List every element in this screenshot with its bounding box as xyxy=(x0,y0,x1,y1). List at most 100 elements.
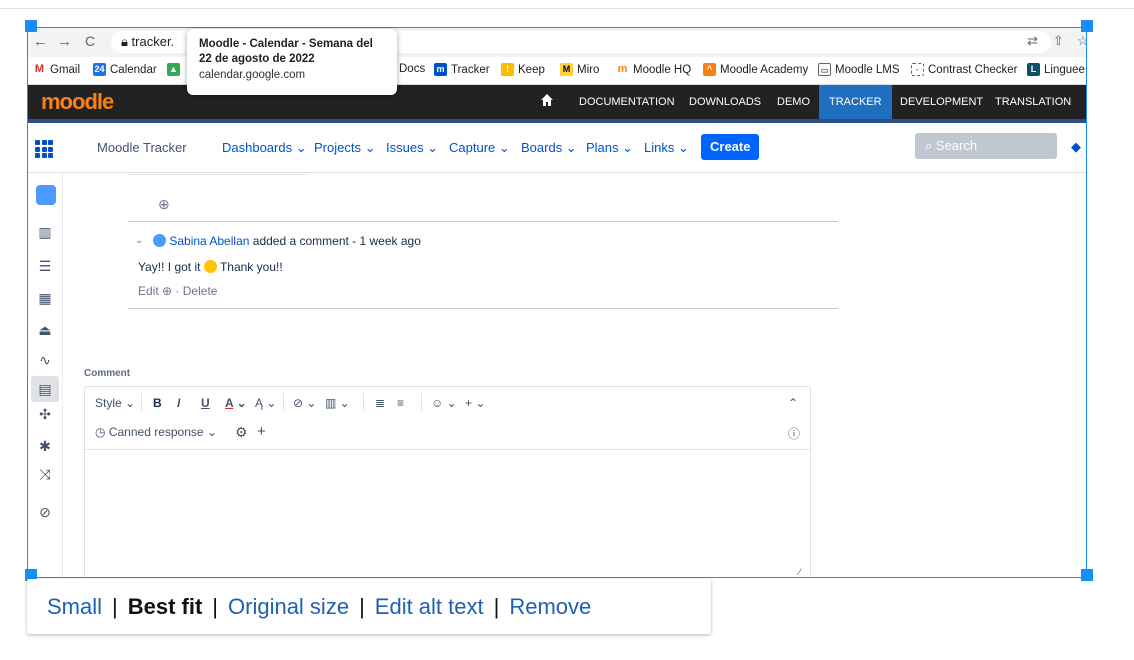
nav-documentation[interactable]: DOCUMENTATION xyxy=(579,85,675,119)
menu-links[interactable]: Links ⌄ xyxy=(644,140,689,156)
collapse-toolbar-icon[interactable]: ⌃ xyxy=(788,396,798,410)
project-avatar-icon[interactable] xyxy=(36,185,56,205)
menu-plans[interactable]: Plans ⌄ xyxy=(586,140,633,156)
reaction-icon[interactable]: ⊕ xyxy=(162,284,172,298)
moodle-logo[interactable]: moodle xyxy=(41,89,114,115)
releases-icon[interactable]: ▦ xyxy=(36,289,54,307)
text-color-icon[interactable]: A ⌄ xyxy=(225,396,247,410)
size-original-link[interactable]: Original size xyxy=(228,594,349,619)
help-icon[interactable]: ⓘ xyxy=(788,425,800,442)
search-placeholder: Search xyxy=(935,138,978,153)
selection-border-right xyxy=(1086,27,1087,577)
search-input[interactable]: ⌕ Search xyxy=(915,133,1057,159)
editor-toolbar-border xyxy=(0,8,1134,9)
selection-border-left xyxy=(27,27,28,577)
shuffle-icon[interactable]: ⤨ xyxy=(36,465,54,483)
comment-divider-bottom xyxy=(128,308,838,309)
forward-icon[interactable]: → xyxy=(57,33,72,50)
bookmark-calendar[interactable]: 24 Calendar xyxy=(93,63,157,76)
link-icon[interactable]: ⊘ xyxy=(36,503,54,521)
settings-gear-icon[interactable]: ⚙︎ xyxy=(235,424,248,441)
board-icon[interactable]: ☰ xyxy=(36,257,54,275)
address-text: tracker. xyxy=(131,34,175,49)
menu-capture[interactable]: Capture ⌄ xyxy=(449,140,510,156)
bookmark-miro[interactable]: M Miro xyxy=(560,63,599,76)
comment-editor[interactable]: Style ⌄ B I U A ⌄ Ą ⌄ ⊘ ⌄ ▥ ⌄ ≣ ≡ ☺ ⌄ + … xyxy=(84,386,811,577)
bookmark-gmail[interactable]: M Gmail xyxy=(33,63,80,76)
collapse-icon[interactable]: ⌄ xyxy=(135,235,143,246)
bookmark-moodle-academy[interactable]: ^ Moodle Academy xyxy=(703,63,808,76)
comment-meta: added a comment - 1 week ago xyxy=(252,234,421,248)
translate-icon[interactable]: ⇄ xyxy=(1027,33,1038,49)
numbered-list-icon[interactable]: ≡ xyxy=(397,396,404,410)
resize-handle-top-left[interactable] xyxy=(25,20,37,32)
link-insert-icon[interactable]: ⊘ ⌄ xyxy=(293,396,316,410)
insert-more-icon[interactable]: + ⌄ xyxy=(465,396,485,410)
bookmark-keep[interactable]: ! Keep xyxy=(501,63,545,76)
share-icon[interactable]: ⇧ xyxy=(1053,33,1064,49)
menu-dashboards[interactable]: Dashboards ⌄ xyxy=(222,140,307,156)
tracker-icon: m xyxy=(434,63,447,76)
toolbar-separator xyxy=(141,393,142,411)
nav-demo[interactable]: DEMO xyxy=(777,85,810,119)
menu-projects[interactable]: Projects ⌄ xyxy=(314,140,375,156)
tooltip-title-2: 22 de agosto de 2022 xyxy=(199,53,315,65)
nav-tracker[interactable]: TRACKER xyxy=(819,85,892,119)
resize-handle-bottom-right[interactable] xyxy=(1081,569,1093,581)
embedded-screenshot[interactable]: ← → C 🔒︎ tracker. ⇄ ⇧ ☆ M Gmail 24 Calenda… xyxy=(27,27,1087,577)
bookmark-tracker[interactable]: m Tracker xyxy=(434,63,490,76)
nav-development[interactable]: DEVELOPMENT xyxy=(900,85,983,119)
browser-toolbar: ← → C 🔒︎ tracker. ⇄ ⇧ ☆ xyxy=(27,27,1087,57)
size-best-fit[interactable]: Best fit xyxy=(128,594,203,619)
bookmark-drive[interactable]: ▲ xyxy=(167,63,180,76)
home-icon[interactable] xyxy=(540,93,554,107)
underline-icon[interactable]: U xyxy=(201,396,210,410)
remove-image-link[interactable]: Remove xyxy=(509,594,591,619)
notification-icon[interactable]: ◆ xyxy=(1071,139,1085,154)
jira-home-link[interactable]: Moodle Tracker xyxy=(97,140,187,155)
bug-icon[interactable]: ✱ xyxy=(36,437,54,455)
add-canned-icon[interactable]: + xyxy=(257,423,266,440)
add-reaction-icon[interactable]: ⊕ xyxy=(158,196,170,213)
comment-label: Comment xyxy=(84,368,131,379)
comment-author[interactable]: Sabina Abellan xyxy=(169,234,249,248)
menu-issues[interactable]: Issues ⌄ xyxy=(386,140,438,156)
bookmark-linguee[interactable]: L Linguee xyxy=(1027,63,1085,76)
italic-icon[interactable]: I xyxy=(177,396,180,410)
edit-link[interactable]: Edit xyxy=(138,284,159,298)
edit-alt-text-link[interactable]: Edit alt text xyxy=(375,594,484,619)
canned-response-dropdown[interactable]: ◷ Canned response ⌄ xyxy=(95,425,217,439)
back-icon[interactable]: ← xyxy=(33,33,48,50)
bullet-list-icon[interactable]: ≣ xyxy=(375,396,385,410)
attachment-icon[interactable]: ▥ ⌄ xyxy=(325,396,350,410)
menu-boards[interactable]: Boards ⌄ xyxy=(521,140,577,156)
backlog-icon[interactable]: ▥ xyxy=(36,223,54,241)
delete-link[interactable]: Delete xyxy=(183,284,218,298)
bookmark-moodle-lms[interactable]: ▭ Moodle LMS xyxy=(818,63,900,76)
tooltip-title-1: Moodle - Calendar - Semana del xyxy=(199,38,373,50)
create-button[interactable]: Create xyxy=(701,134,760,160)
contrast-icon: · xyxy=(911,63,924,76)
addons-icon[interactable]: ✣ xyxy=(36,405,54,423)
style-dropdown[interactable]: Style ⌄ xyxy=(95,396,135,410)
nav-translation[interactable]: TRANSLATION xyxy=(995,85,1071,119)
issues-icon[interactable]: ▤ xyxy=(31,376,59,402)
jira-top-nav: Moodle Tracker Dashboards ⌄ Projects ⌄ I… xyxy=(27,123,1087,173)
bookmark-moodle-hq[interactable]: m Moodle HQ xyxy=(616,63,691,76)
emoji-icon[interactable]: ☺ ⌄ xyxy=(431,396,457,410)
reports-icon[interactable]: ∿ xyxy=(36,351,54,369)
nav-downloads[interactable]: DOWNLOADS xyxy=(689,85,761,119)
smile-emoji-icon xyxy=(203,260,217,273)
components-icon[interactable]: ⏏ xyxy=(36,321,54,339)
comment-body: Yay!! I got it Thank you!! xyxy=(138,260,283,274)
size-small-link[interactable]: Small xyxy=(47,594,102,619)
bookmark-docs[interactable]: Docs xyxy=(399,63,425,75)
format-more-icon[interactable]: Ą ⌄ xyxy=(255,396,276,410)
bookmark-contrast-checker[interactable]: · Contrast Checker xyxy=(911,63,1017,76)
issue-content: ⊕ ⌄ Sabina Abellan added a comment - 1 w… xyxy=(63,173,1087,577)
bold-icon[interactable]: B xyxy=(153,396,162,410)
app-switcher-icon[interactable] xyxy=(35,140,53,158)
resize-handle-icon[interactable]: ⁄ xyxy=(799,567,801,577)
resize-handle-top-right[interactable] xyxy=(1081,20,1093,32)
reload-icon[interactable]: C xyxy=(85,33,95,49)
